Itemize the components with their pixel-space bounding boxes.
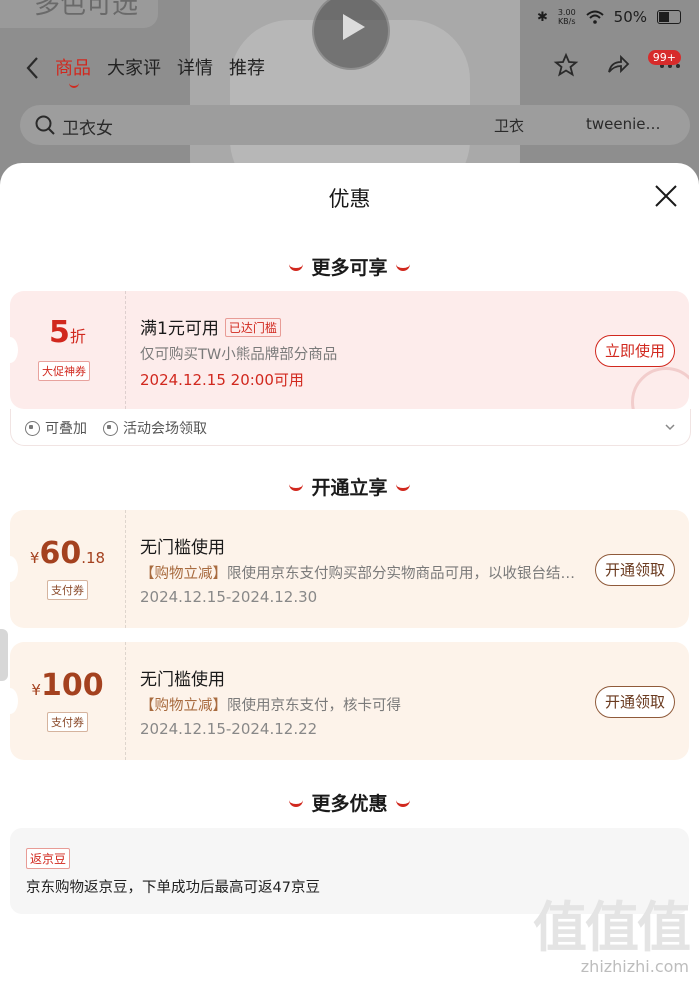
activate-claim-button[interactable]: 开通领取	[594, 686, 675, 718]
stack-icon	[25, 420, 40, 436]
section-deco	[289, 797, 304, 807]
search-suggestion-chip[interactable]: 卫衣	[494, 115, 524, 136]
search-query: 卫衣女	[62, 119, 113, 139]
amount-integer: 100	[40, 668, 104, 703]
coupon-date: 2024.12.15-2024.12.30	[140, 588, 318, 606]
coupon-value-panel	[10, 291, 126, 409]
share-icon[interactable]	[605, 52, 631, 78]
message-count-badge: 99+	[647, 50, 681, 65]
coupon-description: 【购物立减】限使用京东支付购买部分实物商品可用，以收银台结…	[140, 562, 580, 583]
coupon-type-tag: 大促神券	[38, 361, 90, 381]
coupon-date: 2024.12.15-2024.12.22	[140, 720, 318, 738]
sheet-title: 优惠	[328, 187, 371, 211]
coupon-title: 无门槛使用	[140, 670, 225, 690]
bluetooth-icon: ✱	[536, 9, 548, 25]
coupon-amount: ¥100	[10, 668, 125, 703]
section-title-more-enjoy: 更多可享	[0, 253, 699, 280]
amount-decimal: .18	[81, 549, 106, 567]
venue-icon	[103, 420, 118, 436]
coupon-date: 2024.12.15 20:00可用	[140, 371, 304, 389]
watermark: 值值值 zhizhizhi.com	[533, 896, 691, 977]
network-speed: 3.00 KB/s	[557, 8, 576, 26]
tab-reviews[interactable]: 大家评	[107, 54, 161, 80]
stackable-info: 可叠加	[25, 418, 87, 438]
tab-recommend[interactable]: 推荐	[229, 54, 265, 80]
coupon-title: 满1元可用 已达门槛	[140, 314, 281, 339]
desc-text: 限使用京东支付购买部分实物商品可用，以收银台结…	[227, 566, 575, 582]
side-drag-handle[interactable]	[0, 629, 8, 681]
venue-claim-info: 活动会场领取	[103, 418, 207, 438]
coupon-amount: ¥60.18	[10, 536, 125, 571]
section-label: 更多可享	[311, 257, 388, 279]
search-icon	[35, 115, 55, 135]
claimed-stamp-icon	[631, 367, 689, 409]
color-option-label: 多色可选	[34, 0, 139, 20]
coupon-card-pay-60[interactable]: ¥60.18 支付券 无门槛使用 【购物立减】限使用京东支付购买部分实物商品可用…	[10, 510, 689, 628]
section-label: 更多优惠	[311, 793, 388, 815]
coupon-type-tag: 支付券	[47, 712, 88, 732]
coupon-type-tag: 支付券	[47, 580, 88, 600]
search-suggestion-chip[interactable]: tweenie…	[586, 115, 661, 133]
coupon-card-discount[interactable]: 5折 大促神券 满1元可用 已达门槛 仅可购买TW小熊品牌部分商品 2024.12…	[10, 291, 689, 409]
section-deco	[395, 481, 410, 491]
coupon-footer[interactable]: 可叠加 活动会场领取	[10, 409, 691, 446]
desc-text: 限使用京东支付，核卡可得	[227, 698, 401, 714]
coupon-card-pay-100[interactable]: ¥100 支付券 无门槛使用 【购物立减】限使用京东支付，核卡可得 2024.1…	[10, 642, 689, 760]
section-deco	[395, 261, 410, 271]
chevron-down-icon[interactable]	[664, 421, 676, 433]
favorite-star-icon[interactable]	[553, 52, 579, 78]
amount-integer: 60	[39, 536, 82, 571]
battery-icon	[657, 10, 681, 24]
coupon-description: 仅可购买TW小熊品牌部分商品	[140, 347, 338, 363]
nav-icon-group: 99+	[553, 50, 683, 78]
back-arrow-icon[interactable]	[20, 54, 48, 82]
stackable-label: 可叠加	[45, 421, 87, 437]
search-bar[interactable]: 卫衣女 卫衣 tweenie…	[20, 105, 690, 145]
desc-highlight: 【购物立减】	[140, 566, 227, 582]
coupon-discount-value: 5折	[10, 315, 125, 350]
section-deco	[289, 261, 304, 271]
battery-percent: 50%	[613, 8, 647, 26]
currency-symbol: ¥	[31, 681, 41, 699]
section-title-open-enjoy: 开通立享	[0, 473, 699, 500]
tab-goods[interactable]: 商品	[55, 54, 91, 88]
beans-tag: 返京豆	[26, 848, 71, 869]
coupon-title-text: 满1元可用	[140, 319, 219, 339]
beans-offer-text: 京东购物返京豆，下单成功后最高可返47京豆	[26, 880, 320, 896]
wifi-icon	[585, 10, 604, 24]
discount-unit: 折	[69, 327, 86, 346]
section-deco	[395, 797, 410, 807]
watermark-logo: 值值值	[533, 896, 691, 959]
status-bar: ✱ 3.00 KB/s 50%	[537, 8, 681, 26]
coupon-sheet: 优惠 更多可享 5折 大促神券 满1元可用 已达门槛 仅可购买TW小熊品牌部分商品…	[0, 163, 699, 984]
close-icon[interactable]	[653, 183, 679, 209]
venue-claim-label: 活动会场领取	[123, 421, 207, 437]
watermark-url: zhizhizhi.com	[580, 957, 689, 976]
use-now-button[interactable]: 立即使用	[594, 335, 675, 367]
section-title-more-offers: 更多优惠	[0, 789, 699, 816]
coupon-description: 【购物立减】限使用京东支付，核卡可得	[140, 694, 580, 715]
discount-number: 5	[49, 315, 70, 350]
tab-details[interactable]: 详情	[177, 54, 213, 80]
desc-highlight: 【购物立减】	[140, 698, 227, 714]
section-label: 开通立享	[311, 477, 388, 499]
activate-claim-button[interactable]: 开通领取	[594, 554, 675, 586]
coupon-title: 无门槛使用	[140, 538, 225, 558]
product-top-nav: 商品 大家评 详情 推荐 99+	[0, 46, 699, 90]
threshold-reached-badge: 已达门槛	[224, 318, 281, 337]
color-option-chip[interactable]: 多色可选	[0, 0, 158, 28]
product-tabs: 商品 大家评 详情 推荐	[55, 54, 265, 88]
section-deco	[289, 481, 304, 491]
